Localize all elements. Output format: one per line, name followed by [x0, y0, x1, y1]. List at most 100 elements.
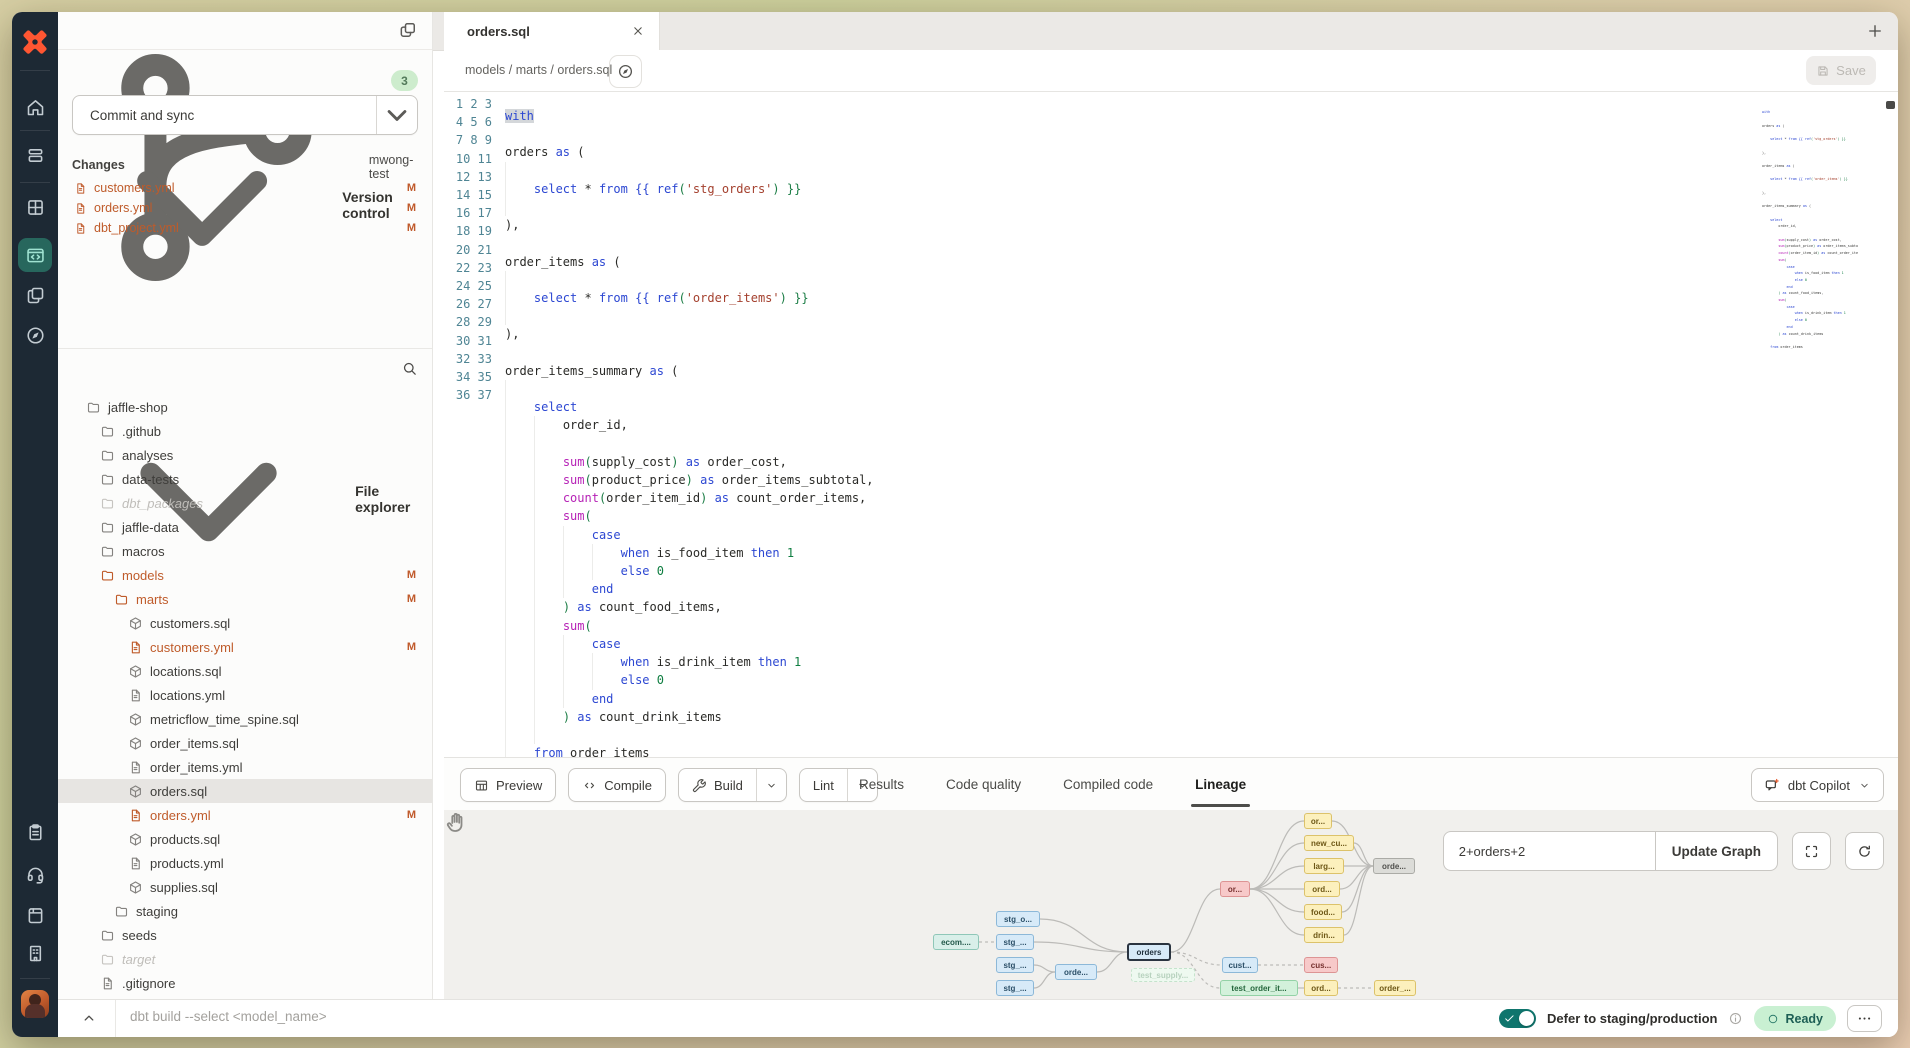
close-icon[interactable]	[631, 24, 645, 38]
lineage-node-y4[interactable]: ord...	[1304, 881, 1340, 897]
tab-orders-sql[interactable]: orders.sql	[444, 12, 660, 50]
nav-item-stack[interactable]	[12, 138, 58, 172]
tree-item-supplies-sql[interactable]: supplies.sql	[58, 875, 432, 899]
lineage-node-stg2[interactable]: stg_...	[996, 934, 1034, 950]
tree-item-order-items-sql[interactable]: order_items.sql	[58, 731, 432, 755]
search-icon[interactable]	[401, 360, 418, 377]
more-options-button[interactable]	[1847, 1005, 1882, 1032]
build-dropdown-chevron[interactable]	[756, 769, 786, 801]
lineage-node-y5[interactable]: food...	[1304, 904, 1342, 920]
dbt-logo-icon[interactable]	[21, 28, 49, 56]
nav-item-building[interactable]	[12, 936, 58, 970]
lineage-node-test1[interactable]: test_order_it...	[1220, 980, 1298, 996]
user-avatar[interactable]	[21, 990, 49, 1018]
lineage-node-y7[interactable]: ord...	[1304, 980, 1338, 996]
lineage-node-y2[interactable]: new_cu...	[1304, 835, 1354, 851]
open-in-lineage-button[interactable]	[609, 55, 642, 88]
results-tab-code-quality[interactable]: Code quality	[946, 758, 1021, 810]
info-icon[interactable]	[1728, 1011, 1743, 1026]
preview-button[interactable]: Preview	[460, 768, 556, 802]
tree-item-target[interactable]: target	[58, 947, 432, 971]
lineage-node-cust[interactable]: cust...	[1222, 957, 1258, 973]
expand-command-bar-icon[interactable]	[80, 1009, 98, 1027]
tree-item-models[interactable]: modelsM	[58, 563, 432, 587]
nav-item-clipboard[interactable]	[12, 815, 58, 849]
tree-item-staging[interactable]: staging	[58, 899, 432, 923]
nav-item-grid[interactable]	[12, 190, 58, 224]
changed-file-row[interactable]: dbt_project.ymlM	[58, 218, 432, 238]
results-tab-compiled-code[interactable]: Compiled code	[1063, 758, 1153, 810]
changed-file-row[interactable]: orders.ymlM	[58, 198, 432, 218]
editor-area: orders.sql models / marts / orders.sql S…	[433, 12, 1898, 1037]
minimap[interactable]: with orders as ( select * from {{ ref('s…	[1762, 109, 1858, 357]
compile-button[interactable]: Compile	[568, 768, 666, 802]
duplicate-icon[interactable]	[398, 20, 418, 40]
nav-item-book[interactable]	[12, 898, 58, 932]
lineage-node-stg1[interactable]: stg_o...	[996, 911, 1040, 927]
nav-item-home[interactable]	[12, 90, 58, 124]
code-content[interactable]: with orders as ( select * from {{ ref('s…	[505, 107, 874, 758]
tree-item-label: locations.yml	[150, 688, 225, 703]
new-tab-icon[interactable]	[1866, 22, 1884, 40]
fullscreen-button[interactable]	[1792, 832, 1831, 870]
defer-toggle[interactable]	[1499, 1009, 1536, 1028]
results-tab-lineage[interactable]: Lineage	[1195, 758, 1246, 810]
tree-item-seeds[interactable]: seeds	[58, 923, 432, 947]
changed-file-row[interactable]: customers.ymlM	[58, 178, 432, 198]
tree-item-marts[interactable]: martsM	[58, 587, 432, 611]
lineage-node-orp[interactable]: or...	[1220, 881, 1250, 897]
lineage-node-stg4[interactable]: stg_...	[996, 980, 1034, 996]
tree-item-locations-sql[interactable]: locations.sql	[58, 659, 432, 683]
tree-item-macros[interactable]: macros	[58, 539, 432, 563]
ready-dot-icon	[1767, 1013, 1779, 1025]
lineage-node-orders[interactable]: orders	[1127, 943, 1171, 961]
tree-item--gitignore[interactable]: .gitignore	[58, 971, 432, 995]
tree-item-products-sql[interactable]: products.sql	[58, 827, 432, 851]
tree-item-orders-yml[interactable]: orders.ymlM	[58, 803, 432, 827]
lineage-node-ord1[interactable]: orde...	[1055, 964, 1097, 980]
tree-item-label: analyses	[122, 448, 173, 463]
dbt-copilot-button[interactable]: dbt Copilot	[1751, 768, 1884, 802]
tree-item-dbt-packages[interactable]: dbt_packages	[58, 491, 432, 515]
refresh-graph-button[interactable]	[1845, 832, 1884, 870]
update-graph-button[interactable]: Update Graph	[1655, 832, 1777, 870]
tree-item-customers-yml[interactable]: customers.ymlM	[58, 635, 432, 659]
tree-item-jaffle-shop[interactable]: jaffle-shop	[58, 395, 432, 419]
scrollbar-thumb[interactable]	[1886, 101, 1895, 109]
tree-item-label: data-tests	[122, 472, 179, 487]
tree-item-data-tests[interactable]: data-tests	[58, 467, 432, 491]
lineage-selector-input[interactable]: 2+orders+2	[1444, 832, 1655, 870]
lineage-node-ecom[interactable]: ecom....	[933, 934, 979, 950]
nav-item-windows[interactable]	[12, 278, 58, 312]
nav-item-compass[interactable]	[12, 318, 58, 352]
nav-item-codewin-active[interactable]	[18, 238, 52, 272]
save-button[interactable]: Save	[1806, 56, 1876, 85]
tree-item--github[interactable]: .github	[58, 419, 432, 443]
tree-item-metricflow-time-spine-sql[interactable]: metricflow_time_spine.sql	[58, 707, 432, 731]
tree-item-orders-sql[interactable]: orders.sql	[58, 779, 432, 803]
lineage-node-stg3[interactable]: stg_...	[996, 957, 1034, 973]
lineage-node-y6[interactable]: drin...	[1304, 927, 1344, 943]
lineage-node-cusp[interactable]: cus...	[1304, 957, 1338, 973]
tree-item-label: staging	[136, 904, 178, 919]
bottom-toolbar: PreviewCompileBuildLint ResultsCode qual…	[444, 757, 1898, 811]
results-tab-results[interactable]: Results	[859, 758, 904, 810]
tree-item-products-yml[interactable]: products.yml	[58, 851, 432, 875]
lineage-node-y3[interactable]: larg...	[1304, 858, 1344, 874]
commit-dropdown-chevron[interactable]	[376, 96, 417, 134]
tab-bar: orders.sql	[433, 12, 1898, 51]
code-editor[interactable]: 1 2 3 4 5 6 7 8 9 10 11 12 13 14 15 16 1…	[444, 91, 1898, 758]
tree-item-order-items-yml[interactable]: order_items.yml	[58, 755, 432, 779]
command-input[interactable]: dbt build --select <model_name>	[130, 1009, 327, 1024]
lineage-node-gray[interactable]: orde...	[1373, 858, 1415, 874]
tree-item-analyses[interactable]: analyses	[58, 443, 432, 467]
nav-item-headset[interactable]	[12, 857, 58, 891]
lineage-node-y8[interactable]: order_...	[1374, 980, 1416, 996]
tree-item-jaffle-data[interactable]: jaffle-data	[58, 515, 432, 539]
tree-item-locations-yml[interactable]: locations.yml	[58, 683, 432, 707]
build-button[interactable]: Build	[678, 768, 787, 802]
breadcrumb: models / marts / orders.sql	[465, 63, 612, 77]
commit-and-sync-button[interactable]: Commit and sync	[72, 95, 418, 135]
lineage-node-y1[interactable]: or...	[1304, 813, 1332, 829]
tree-item-customers-sql[interactable]: customers.sql	[58, 611, 432, 635]
